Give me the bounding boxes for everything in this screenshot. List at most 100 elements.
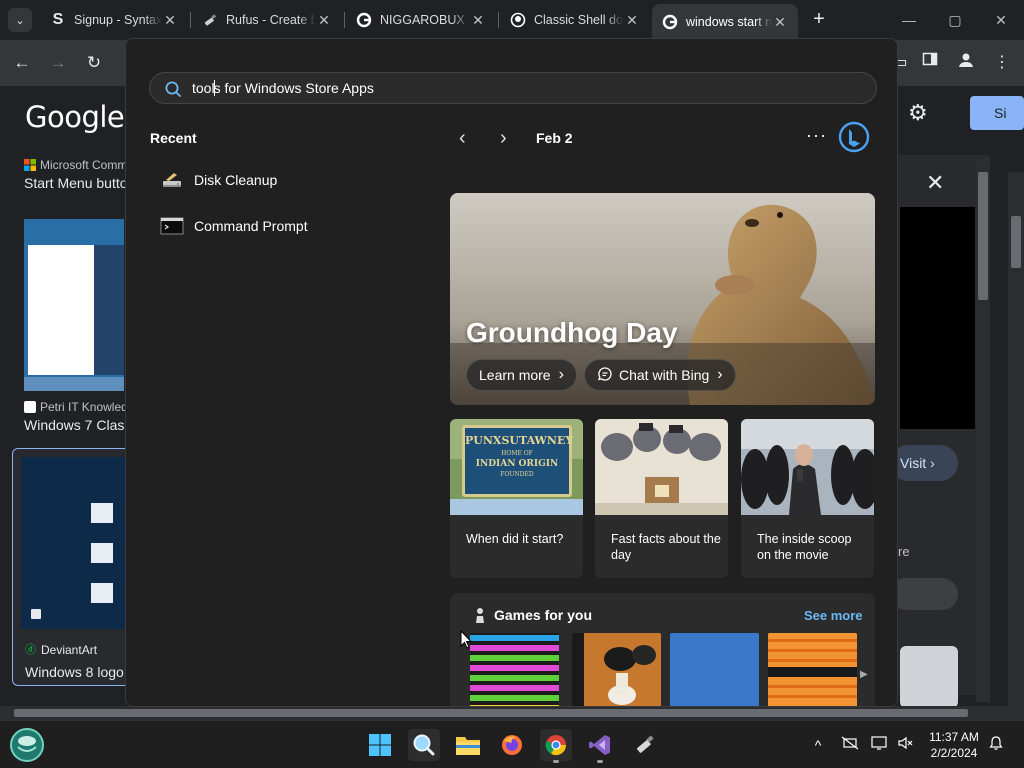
card-when-did-it-start[interactable]: PUNXSUTAWNEY HOME OF INDIAN ORIGIN FOUND… [450,419,583,578]
game-tile-stacker[interactable] [470,633,559,706]
chevron-down-icon: ⌄ [15,14,25,27]
card-caption: Fast facts about the day [611,532,721,562]
search-icon [165,81,181,97]
panel-scrollbar[interactable] [976,158,990,702]
recent-item-command-prompt[interactable]: Command Prompt [160,211,308,241]
side-panel-icon[interactable] [918,51,942,75]
microsoft-logo-icon [24,159,36,171]
reload-icon[interactable]: ↻ [82,51,106,75]
tab-title: windows start m [686,15,772,29]
search-input[interactable]: tool s for Windows Store Apps [149,72,877,104]
network-disconnected-icon[interactable] [840,735,860,755]
profile-icon[interactable] [954,51,978,75]
more-options-button[interactable]: ··· [806,125,827,146]
recent-heading: Recent [150,130,197,146]
sign-text: HOME OF [501,450,533,457]
tab-windows-start[interactable]: windows start m ✕ [652,4,798,40]
next-day-button[interactable]: › [500,127,507,150]
windows-8-logo-thumbnail [21,457,127,629]
command-prompt-icon [160,214,184,238]
forward-arrow-icon[interactable]: → [46,51,70,75]
system-clock[interactable]: 11:37 AM 2/2/2024 [924,729,984,761]
windows-taskbar: ^ 11:37 AM 2/2/2024 [0,720,1024,768]
visit-button[interactable]: Visit › [890,445,958,481]
card-fast-facts[interactable]: Fast facts about the day [595,419,728,578]
taskbar-search-button[interactable] [408,729,440,761]
usb-drive-icon [636,735,654,753]
taskbar-firefox[interactable] [496,729,528,761]
image-result-selected[interactable]: ⓓ DeviantArt Windows 8 logo [12,448,136,686]
horizontal-scrollbar[interactable] [0,706,1008,720]
tab-classic-shell[interactable]: Classic Shell do ✕ [500,4,650,36]
taskbar-chrome[interactable] [540,729,572,763]
panel-action-pill[interactable] [890,578,958,610]
tab-search-button[interactable]: ⌄ [8,8,32,32]
sign-text: PUNXSUTAWNEY [465,434,574,447]
minimize-button[interactable]: — [894,8,924,32]
close-icon[interactable]: ✕ [470,12,486,28]
movie-scene-image [741,419,874,515]
game-tile-chess[interactable] [572,633,661,706]
hero-title: Groundhog Day [466,317,678,348]
sign-in-button[interactable]: Si [970,96,1024,130]
tab-title: Signup - Syntax [74,13,162,27]
notification-bell-icon[interactable] [986,735,1006,755]
browser-tab-strip: ⌄ S Signup - Syntax ✕ Rufus - Create boo… [0,0,1024,40]
panel-text: re [898,544,910,559]
show-hidden-icons-button[interactable]: ^ [808,735,828,755]
card-caption: When did it start? [466,532,564,546]
image-result[interactable]: Microsoft Comm Start Menu butto [24,158,134,191]
game-tile-blue[interactable] [670,633,759,706]
windows-7-start-menu-thumbnail[interactable] [24,219,124,391]
image-result[interactable]: Petri IT Knowled Windows 7 Clas [24,400,134,433]
taskbar-start-button[interactable] [364,729,396,761]
display-icon[interactable] [870,735,890,755]
card-inside-scoop[interactable]: The inside scoop on the movie [741,419,874,578]
tab-title: NIGGAROBUX [380,13,465,27]
classic-shell-orb-icon [10,728,44,762]
close-icon[interactable]: ✕ [316,12,332,28]
desktop: ⌄ S Signup - Syntax ✕ Rufus - Create boo… [0,0,1024,768]
related-image-thumbnail[interactable] [900,646,958,708]
chevron-right-icon: › [558,366,564,383]
syntax-favicon-icon: S [52,11,64,28]
back-arrow-icon[interactable]: ← [10,51,34,75]
google-logo[interactable]: Google [25,100,125,134]
taskbar-rufus[interactable] [628,729,660,761]
browser-menu-icon[interactable]: ⋮ [990,51,1014,75]
taskbar-file-explorer[interactable] [452,729,484,761]
maximize-button[interactable]: ▢ [940,8,970,32]
visual-studio-icon [589,735,610,755]
clock-time: 11:37 AM [929,730,979,744]
classic-shell-start-button[interactable] [8,726,46,764]
groundhog-day-hero[interactable]: Groundhog Day Learn more › Chat with Bin… [450,193,875,405]
result-source: Microsoft Comm [40,158,128,172]
tab-rufus[interactable]: Rufus - Create bootable USB ✕ [192,4,342,36]
taskbar-visual-studio[interactable] [584,729,616,763]
recent-item-disk-cleanup[interactable]: Disk Cleanup [160,165,277,195]
result-source: Petri IT Knowled [40,400,128,414]
close-icon[interactable]: ✕ [162,12,178,28]
game-tile-orange[interactable] [768,633,857,706]
clock-date: 2/2/2024 [930,746,978,760]
bing-logo-icon[interactable] [838,121,870,153]
tab-signup-syntax[interactable]: S Signup - Syntax ✕ [40,4,188,36]
settings-gear-icon[interactable]: ⚙ [908,100,928,126]
page-scrollbar[interactable] [1008,172,1024,768]
learn-more-button[interactable]: Learn more › [466,359,577,391]
chat-with-bing-button[interactable]: Chat with Bing › [584,359,736,391]
close-icon[interactable]: ✕ [772,14,788,30]
windows-search-panel: tool s for Windows Store Apps Recent Disk… [125,38,898,707]
volume-muted-icon[interactable] [896,735,916,755]
disk-cleanup-icon [160,168,184,192]
carousel-next-icon[interactable]: ▶ [860,669,868,680]
previous-day-button[interactable]: ‹ [459,127,466,150]
close-icon[interactable]: ✕ [624,12,640,28]
chess-piece-icon [476,608,484,623]
close-window-button[interactable]: ✕ [986,8,1016,32]
new-tab-button[interactable]: + [808,8,830,32]
github-icon [510,12,526,28]
close-preview-icon[interactable]: ✕ [926,170,944,196]
tab-niggarobux[interactable]: NIGGAROBUX ✕ [346,4,496,36]
see-more-link[interactable]: See more [804,608,863,623]
